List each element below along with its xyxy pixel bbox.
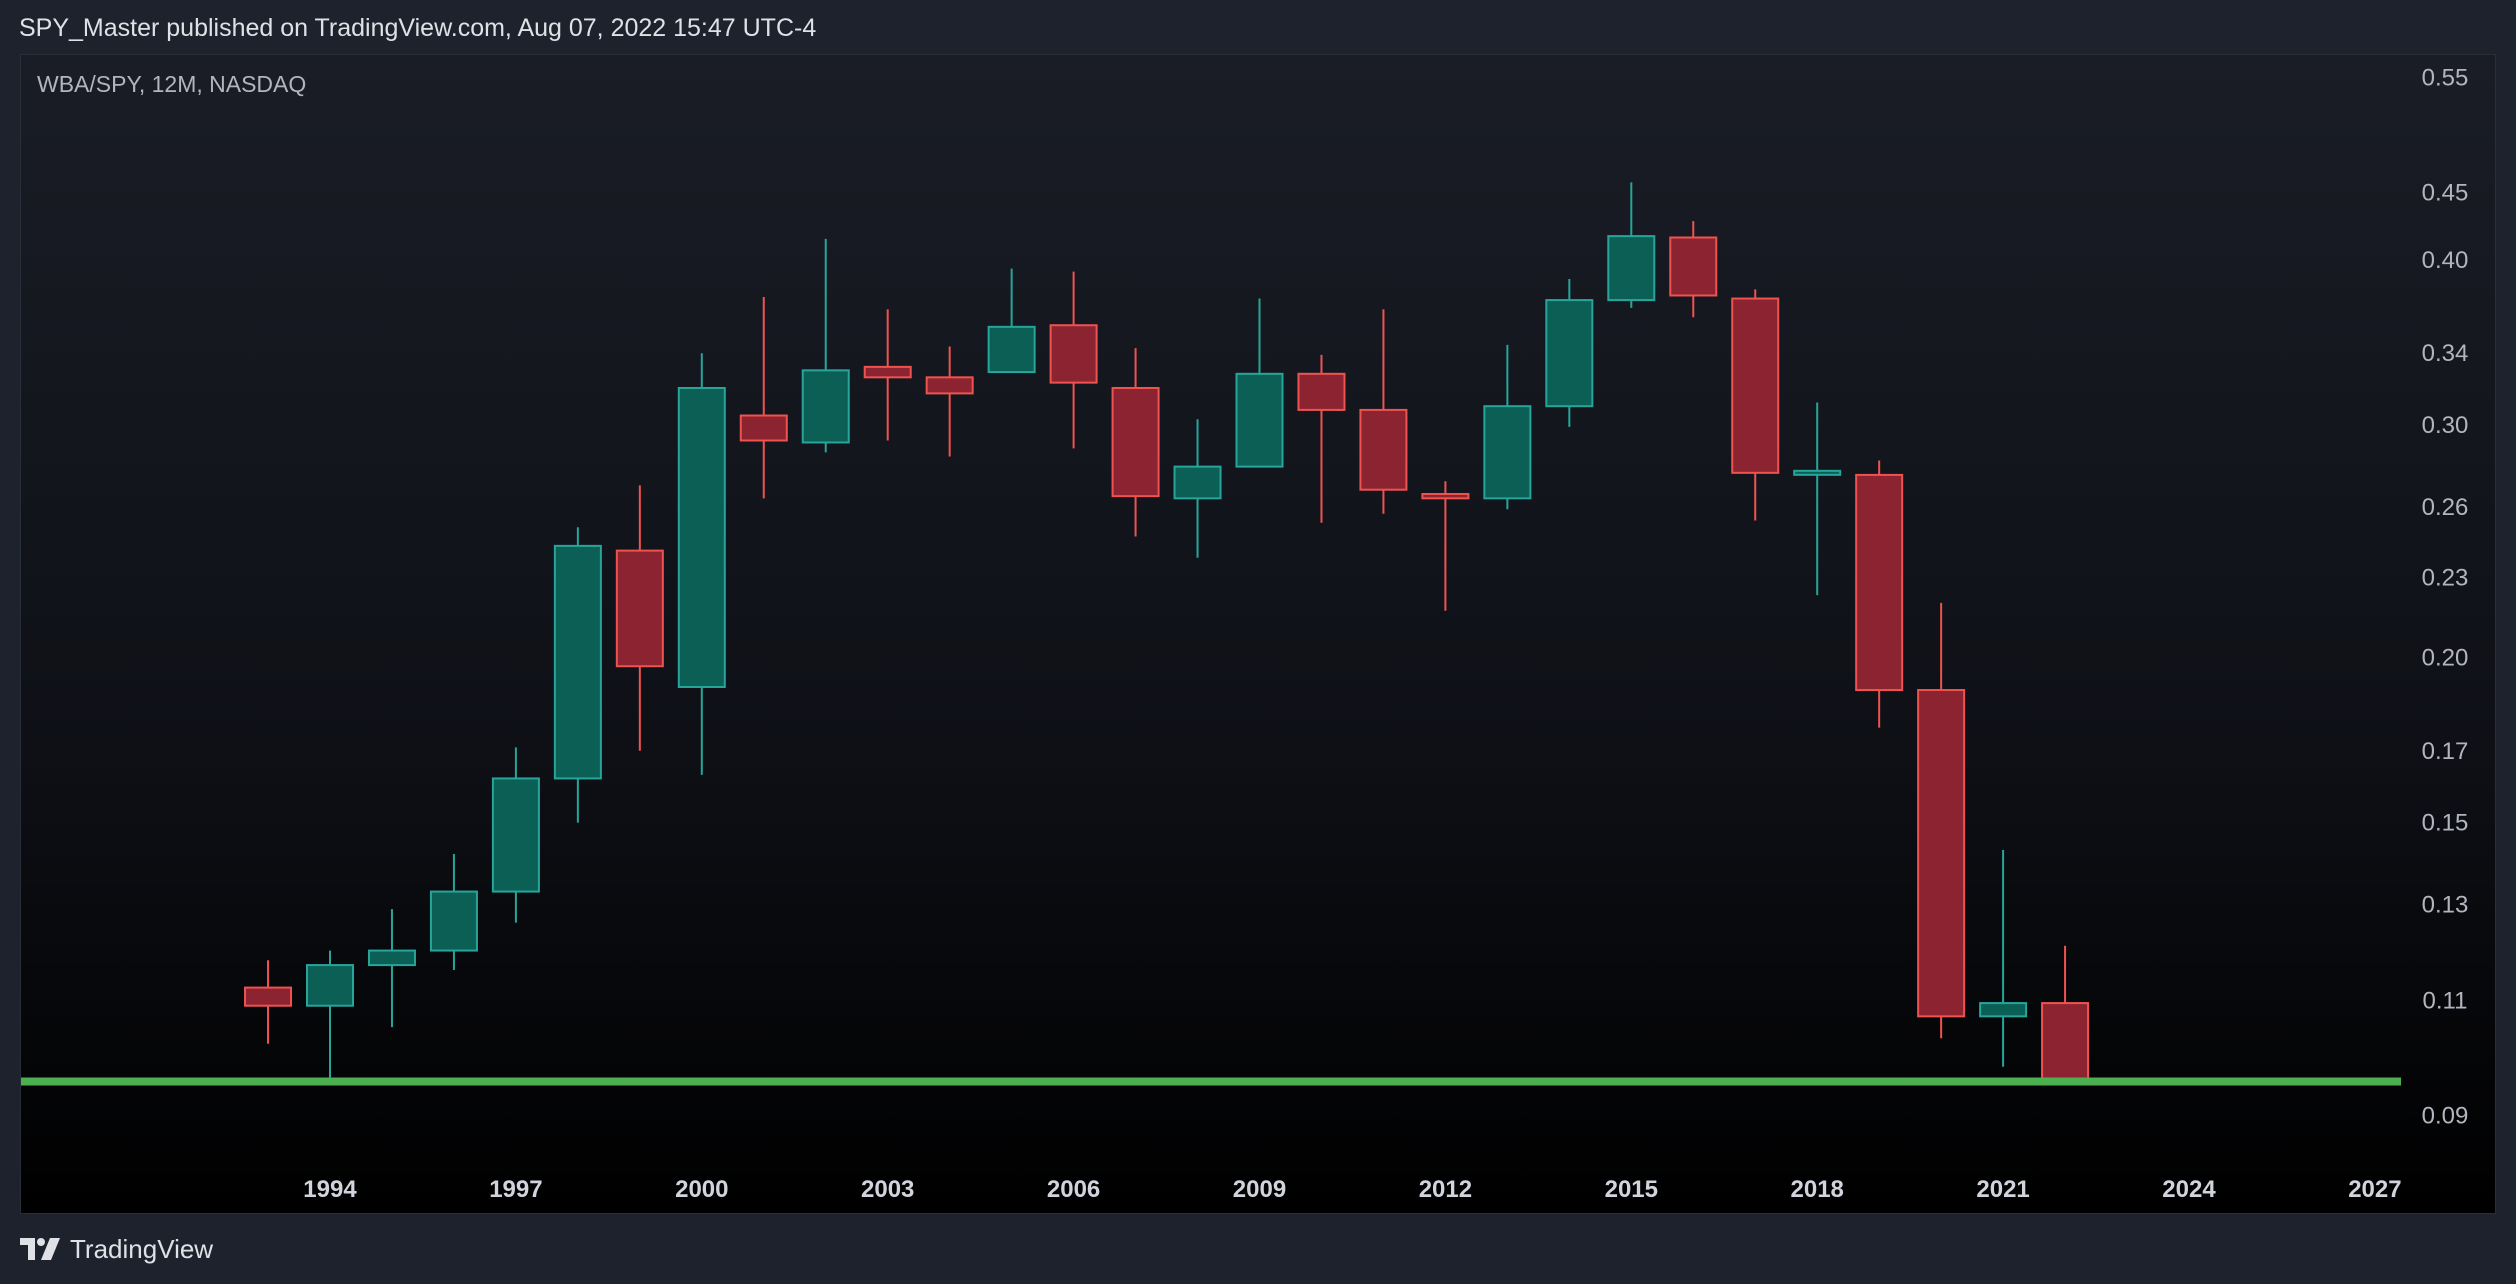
candle-body	[367, 949, 416, 967]
candle-2011	[1359, 309, 1408, 514]
candle-2004	[925, 346, 974, 457]
candle-body	[244, 986, 293, 1007]
candle-1997	[491, 747, 540, 923]
time-tick-label: 2000	[675, 1176, 728, 1203]
time-tick-label: 2003	[861, 1176, 914, 1203]
candle-2000	[677, 353, 726, 775]
time-tick-label: 1997	[489, 1176, 542, 1203]
candle-body	[801, 369, 850, 444]
time-tick-label: 2027	[2348, 1176, 2401, 1203]
price-tick-label: 0.17	[2422, 738, 2469, 765]
candle-1998	[553, 527, 602, 823]
tradingview-logo-icon	[20, 1238, 60, 1260]
candle-2015	[1607, 182, 1656, 308]
candle-body	[1855, 473, 1904, 692]
candle-2006	[1049, 271, 1098, 449]
price-tick-label: 0.26	[2422, 494, 2469, 521]
price-tick-label: 0.34	[2422, 340, 2469, 367]
price-tick-label: 0.30	[2422, 412, 2469, 439]
candle-body	[553, 544, 602, 780]
candle-body	[306, 964, 354, 1007]
candle-2008	[1173, 419, 1222, 558]
candle-body	[2041, 1002, 2090, 1083]
candle-2001	[739, 297, 788, 499]
publish-info: SPY_Master published on TradingView.com,…	[19, 14, 817, 42]
candle-1994	[306, 950, 354, 1082]
price-axis[interactable]: 0.55 0.45 0.40 0.34 0.30 0.26 0.23 0.20 0.17 0.15…	[2422, 64, 2469, 1129]
candle-body	[615, 549, 664, 668]
candle-2022	[2041, 945, 2090, 1083]
candle-body	[1979, 1002, 2028, 1018]
candle-2017	[1731, 289, 1780, 521]
price-tick-label: 0.09	[2422, 1103, 2469, 1130]
candle-2005	[987, 268, 1036, 374]
candle-body	[1483, 405, 1532, 500]
candle-1995	[367, 909, 416, 1028]
time-tick-label: 2024	[2162, 1176, 2216, 1203]
candle-body	[1669, 236, 1718, 297]
candle-body	[1793, 469, 1842, 476]
candle-1999	[615, 485, 664, 751]
candle-2003	[863, 309, 912, 441]
price-tick-label: 0.23	[2422, 564, 2469, 591]
candle-body	[1917, 689, 1966, 1018]
candle-2014	[1545, 278, 1594, 427]
price-tick-label: 0.20	[2422, 645, 2469, 672]
candle-1993	[244, 960, 293, 1044]
time-tick-label: 2006	[1047, 1176, 1100, 1203]
time-axis[interactable]: 1994 1997 2000 2003 2006 2009 2012 2015 2018 2021…	[303, 1176, 2401, 1203]
chart-screenshot: SPY_Master published on TradingView.com,…	[0, 0, 2516, 1284]
candle-2016	[1669, 221, 1718, 318]
time-tick-label: 2015	[1605, 1176, 1658, 1203]
candle-body	[429, 890, 478, 952]
candle-2012	[1421, 481, 1470, 611]
tradingview-brand[interactable]: TradingView	[20, 1232, 213, 1266]
candle-body	[1545, 299, 1594, 408]
time-tick-label: 2009	[1233, 1176, 1286, 1203]
candle-body	[739, 414, 788, 442]
price-tick-label: 0.40	[2422, 247, 2469, 274]
candle-body	[1421, 492, 1470, 500]
candle-2009	[1235, 298, 1284, 468]
candle-2020	[1917, 602, 1966, 1039]
candle-body	[925, 376, 974, 395]
candle-body	[1731, 297, 1780, 474]
candle-body	[491, 777, 540, 893]
candle-body	[677, 386, 726, 688]
candle-body	[1049, 324, 1098, 384]
candles	[244, 182, 2090, 1083]
candle-2002	[801, 238, 850, 453]
candlestick-chart[interactable]: 0.55 0.45 0.40 0.34 0.30 0.26 0.23 0.20 0.17 0.15…	[21, 55, 2495, 1213]
time-tick-label: 2018	[1791, 1176, 1844, 1203]
price-tick-label: 0.45	[2422, 179, 2469, 206]
candle-body	[987, 325, 1036, 374]
price-tick-label: 0.13	[2422, 892, 2469, 919]
candle-body	[1235, 372, 1284, 468]
candle-2010	[1297, 354, 1346, 523]
candle-body	[1607, 235, 1656, 302]
candle-body	[1173, 465, 1222, 500]
candle-body	[1359, 408, 1408, 491]
brand-name: TradingView	[70, 1233, 214, 1264]
price-tick-label: 0.15	[2422, 810, 2469, 837]
chart-panel[interactable]: 0.55 0.45 0.40 0.34 0.30 0.26 0.23 0.20 0.17 0.15…	[20, 54, 2496, 1214]
symbol-label[interactable]: WBA/SPY, 12M, NASDAQ	[37, 71, 306, 98]
candle-2013	[1483, 344, 1532, 510]
candle-1996	[429, 854, 478, 971]
candle-2018	[1793, 402, 1842, 596]
time-tick-label: 2021	[1976, 1176, 2029, 1203]
candle-2019	[1855, 460, 1904, 728]
candle-body	[1111, 386, 1160, 498]
time-tick-label: 1994	[303, 1176, 357, 1203]
candle-2007	[1111, 348, 1160, 537]
price-tick-label: 0.11	[2423, 987, 2468, 1014]
price-tick-label: 0.55	[2422, 64, 2469, 91]
candle-2021	[1979, 849, 2028, 1067]
time-tick-label: 2012	[1419, 1176, 1472, 1203]
candle-body	[1297, 372, 1346, 411]
candle-body	[863, 365, 912, 379]
